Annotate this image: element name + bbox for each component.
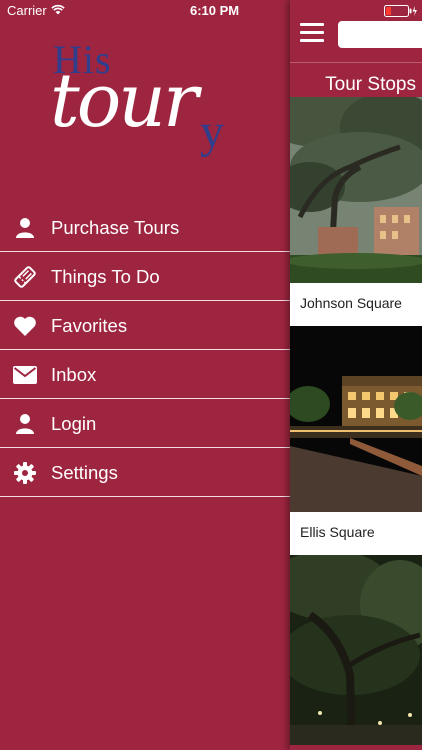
wifi-icon bbox=[51, 4, 65, 15]
heart-icon bbox=[13, 314, 37, 338]
logo-text-tour: tour bbox=[50, 58, 198, 144]
menu-item-label: Inbox bbox=[51, 364, 97, 385]
carrier-label: Carrier bbox=[7, 3, 47, 18]
hamburger-menu-icon[interactable] bbox=[300, 23, 324, 43]
tour-stop-photo bbox=[290, 97, 422, 283]
main-panel: Tour Stops Johnson Square Ellis Square bbox=[290, 0, 422, 750]
menu-item-label: Things To Do bbox=[51, 266, 160, 287]
tour-stops-list: Johnson Square Ellis Square bbox=[290, 97, 422, 745]
list-item[interactable]: Ellis Square bbox=[290, 326, 422, 555]
person-icon bbox=[13, 412, 37, 436]
menu-item-label: Settings bbox=[51, 462, 118, 483]
menu-item-label: Login bbox=[51, 413, 97, 434]
menu-item-label: Favorites bbox=[51, 315, 128, 336]
list-item[interactable] bbox=[290, 555, 422, 745]
ticket-icon bbox=[13, 265, 37, 289]
search-input[interactable] bbox=[338, 21, 422, 48]
menu-item-things-to-do[interactable]: Things To Do bbox=[0, 252, 290, 301]
tour-stop-name: Johnson Square bbox=[290, 283, 422, 326]
logo-text-y: y bbox=[200, 105, 224, 158]
tour-stop-name: Ellis Square bbox=[290, 512, 422, 555]
list-item[interactable]: Johnson Square bbox=[290, 97, 422, 326]
tour-stop-photo bbox=[290, 326, 422, 512]
envelope-icon bbox=[13, 363, 37, 387]
menu-item-label: Purchase Tours bbox=[51, 217, 180, 238]
status-bar: Carrier 6:10 PM bbox=[0, 0, 422, 22]
clock: 6:10 PM bbox=[190, 3, 240, 18]
drawer-menu: Purchase Tours Things To Do Favorites In… bbox=[0, 203, 290, 497]
menu-item-favorites[interactable]: Favorites bbox=[0, 301, 290, 350]
gear-icon bbox=[13, 461, 37, 485]
tour-stop-photo bbox=[290, 555, 422, 745]
history-logo: His tour y bbox=[50, 36, 250, 158]
side-drawer: His tour y Purchase Tours Things To Do F… bbox=[0, 0, 290, 750]
menu-item-purchase-tours[interactable]: Purchase Tours bbox=[0, 203, 290, 252]
battery-icon bbox=[384, 5, 417, 17]
nav-divider bbox=[290, 62, 422, 63]
menu-item-settings[interactable]: Settings bbox=[0, 448, 290, 497]
page-title: Tour Stops bbox=[325, 74, 416, 95]
person-icon bbox=[13, 216, 37, 240]
menu-item-inbox[interactable]: Inbox bbox=[0, 350, 290, 399]
menu-item-login[interactable]: Login bbox=[0, 399, 290, 448]
